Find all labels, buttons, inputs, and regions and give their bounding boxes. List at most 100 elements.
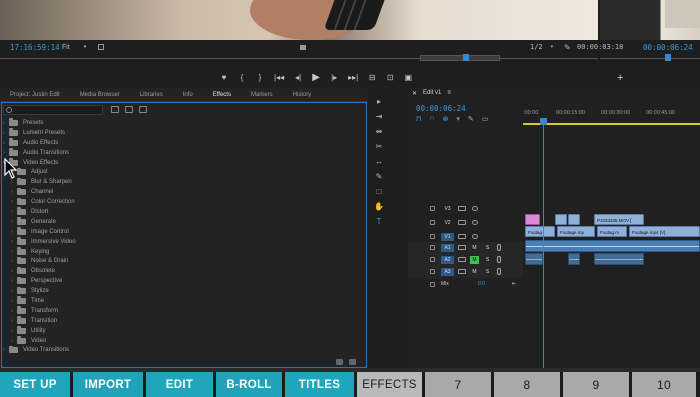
sync-lock-icon[interactable] — [458, 234, 466, 239]
ripple-edit-icon[interactable]: ⇹ — [376, 127, 383, 136]
effects-tree-item[interactable]: › Video — [3, 336, 363, 346]
wrench-icon[interactable]: ✎ — [564, 40, 571, 54]
pen-tool-icon[interactable]: ✎ — [376, 172, 383, 181]
source-timecode[interactable]: 17:16:59:14 — [10, 40, 60, 54]
effects-tree-item[interactable]: › Video Transitions — [3, 345, 363, 355]
insert-button[interactable]: ⊟ — [368, 73, 376, 82]
lock-icon[interactable] — [430, 269, 435, 274]
button-10[interactable]: 10 — [632, 372, 696, 397]
a1-audio-clip[interactable] — [525, 240, 700, 252]
eye-icon[interactable] — [472, 206, 478, 211]
trash-icon[interactable] — [349, 359, 356, 365]
effects-tree-item[interactable]: › Immersive Video — [3, 237, 363, 247]
track-label-a2[interactable]: A2 — [441, 256, 454, 264]
resolution-dropdown[interactable]: 1/2 ▾ — [530, 40, 553, 54]
yuv-effects-icon[interactable] — [139, 106, 147, 113]
captions-icon[interactable]: ▭ — [482, 115, 489, 123]
tab-effects[interactable]: Effects — [203, 92, 241, 98]
effects-button[interactable]: EFFECTS — [357, 372, 422, 397]
tab-media-browser[interactable]: Media Browser — [70, 92, 130, 98]
titles-button[interactable]: TITLES — [285, 372, 354, 397]
go-to-in-button[interactable]: |◂◂ — [274, 73, 284, 82]
solo-button[interactable]: S — [483, 244, 492, 252]
track-label-v1[interactable]: V1 — [441, 233, 454, 241]
nest-icon[interactable]: ⊓ — [416, 115, 421, 123]
source-scrub-bar[interactable] — [0, 54, 598, 62]
add-button-icon[interactable]: + — [617, 72, 623, 84]
step-forward-button[interactable]: |▸ — [330, 73, 338, 82]
track-select-icon[interactable]: ⇥ — [376, 112, 383, 121]
timeline-wrench-icon[interactable]: ✎ — [468, 115, 474, 123]
track-label-a1[interactable]: A1 — [441, 244, 454, 252]
effects-tree-item[interactable]: › Keying — [3, 247, 363, 257]
a2-audio-clip[interactable] — [525, 253, 543, 265]
effects-tree-item[interactable]: ▾ Video Effects — [3, 158, 363, 168]
camera-icon[interactable]: ▣ — [404, 73, 412, 82]
mic-icon[interactable] — [497, 244, 501, 251]
v2-clip-graphic[interactable] — [525, 214, 540, 225]
play-button[interactable]: ▶ — [312, 72, 320, 83]
add-marker-icon[interactable]: ▾ — [456, 115, 460, 123]
menu-icon[interactable]: ≡ — [447, 90, 451, 97]
effects-tree-item[interactable]: › Audio Transitions — [3, 148, 363, 158]
snap-icon[interactable]: ∩ — [429, 115, 434, 123]
v2-clip-mov[interactable]: P1033336.MOV [ — [594, 214, 644, 225]
mic-icon[interactable] — [497, 256, 501, 263]
effects-tree-item[interactable]: › Transition — [3, 316, 363, 326]
type-tool-icon[interactable]: T — [377, 217, 382, 226]
effects-tree-item[interactable]: › Generate — [3, 217, 363, 227]
v1-clip[interactable]: Footag — [525, 226, 555, 237]
linked-icon[interactable]: ⊗ — [443, 115, 449, 123]
button-8[interactable]: 8 — [494, 372, 560, 397]
mix-value[interactable]: 0.0 — [478, 281, 485, 287]
track-label-a3[interactable]: A3 — [441, 268, 454, 276]
track-label-v3[interactable]: V3 — [441, 205, 454, 213]
lock-icon[interactable] — [430, 282, 435, 287]
selection-tool-icon[interactable]: ▸ — [377, 97, 381, 106]
sync-lock-icon[interactable] — [458, 269, 466, 274]
mark-out-button[interactable]: } — [256, 73, 264, 82]
effects-tree-item[interactable]: › Color Correction — [3, 197, 363, 207]
v2-clip[interactable] — [555, 214, 567, 225]
v1-clip[interactable]: Footag.m — [597, 226, 627, 237]
tab-history[interactable]: History — [283, 92, 322, 98]
effects-tree-item[interactable]: › Distort — [3, 207, 363, 217]
lock-icon[interactable] — [430, 220, 435, 225]
button-7[interactable]: 7 — [425, 372, 491, 397]
step-back-button[interactable]: ◂| — [294, 73, 302, 82]
sync-lock-icon[interactable] — [458, 245, 466, 250]
effects-tree-item[interactable]: › Presets — [3, 118, 363, 128]
eye-icon[interactable] — [472, 234, 478, 239]
button-9[interactable]: 9 — [563, 372, 629, 397]
effects-tree-item[interactable]: ›Adjust — [3, 167, 363, 177]
32bit-effects-icon[interactable] — [125, 106, 133, 113]
a2-audio-clip[interactable] — [568, 253, 580, 265]
tab-project[interactable]: Project: Justin Edit — [0, 92, 70, 98]
mute-button-active[interactable]: M — [470, 256, 479, 264]
mute-button[interactable]: M — [470, 268, 479, 276]
setup-button[interactable]: SET UP — [0, 372, 70, 397]
fit-dropdown[interactable]: Fit ▾ — [62, 40, 86, 54]
close-icon[interactable]: ✕ — [412, 90, 417, 97]
lock-icon[interactable] — [430, 206, 435, 211]
sync-lock-icon[interactable] — [458, 220, 466, 225]
overwrite-button[interactable]: ⊡ — [386, 73, 394, 82]
a2-audio-clip[interactable] — [594, 253, 644, 265]
slip-tool-icon[interactable]: ↔ — [375, 157, 383, 166]
program-timecode[interactable]: 00:00:06:24 — [643, 40, 693, 54]
effects-tree-item[interactable]: › Audio Effects — [3, 138, 363, 148]
effects-tree-item[interactable]: › Utility — [3, 326, 363, 336]
effects-tree-item[interactable]: › Transform — [3, 306, 363, 316]
effects-tree-item[interactable]: › Obsolete — [3, 266, 363, 276]
effects-tree-item[interactable]: › Lumetri Presets — [3, 128, 363, 138]
effects-tree-item[interactable]: › Image Control — [3, 227, 363, 237]
import-button[interactable]: IMPORT — [73, 372, 143, 397]
tab-edit-v1[interactable]: Edit v1 — [423, 90, 441, 97]
new-bin-icon[interactable] — [336, 359, 343, 365]
rectangle-tool-icon[interactable]: □ — [377, 187, 382, 196]
tab-markers[interactable]: Markers — [241, 92, 283, 98]
effects-tree-item[interactable]: › Stylize — [3, 286, 363, 296]
v1-clip[interactable]: Footage.mp4 [V] — [629, 226, 700, 237]
solo-button[interactable]: S — [483, 268, 492, 276]
effects-tree-item[interactable]: › Channel — [3, 187, 363, 197]
